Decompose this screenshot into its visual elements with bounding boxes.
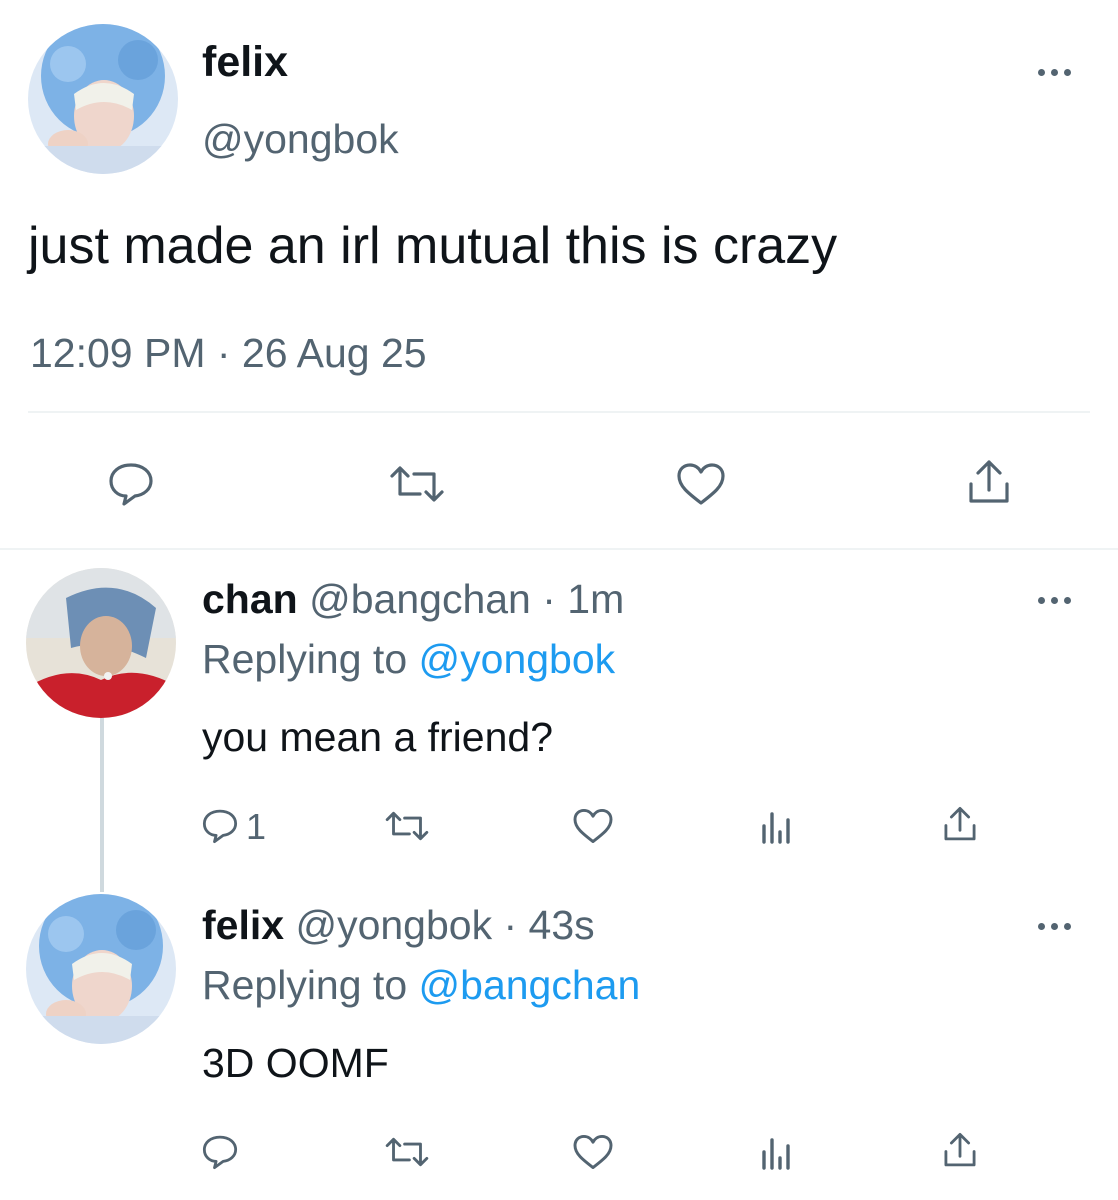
divider bbox=[28, 411, 1090, 413]
reply-count: 1 bbox=[246, 806, 267, 847]
tweet-text: just made an irl mutual this is crazy bbox=[28, 217, 838, 275]
reply-icon[interactable] bbox=[108, 462, 154, 506]
replying-to-label: Replying to bbox=[202, 636, 408, 682]
replying-to-line: Replying to @bangchan bbox=[202, 962, 640, 1009]
reply-time[interactable]: · 1m bbox=[542, 576, 624, 622]
divider bbox=[0, 548, 1118, 550]
retweet-icon[interactable] bbox=[384, 810, 430, 842]
avatar-felix[interactable] bbox=[26, 894, 176, 1044]
like-icon[interactable] bbox=[572, 1134, 614, 1170]
replying-to-handle-link[interactable]: @yongbok bbox=[419, 636, 616, 682]
more-options-icon[interactable] bbox=[1030, 588, 1078, 612]
like-icon[interactable] bbox=[676, 462, 726, 506]
share-icon[interactable] bbox=[966, 458, 1012, 506]
author-display-name[interactable]: felix bbox=[202, 38, 288, 87]
avatar-felix[interactable] bbox=[28, 24, 178, 174]
reply-header: felix @yongbok · 43s bbox=[202, 902, 595, 949]
reply-icon[interactable] bbox=[202, 808, 238, 844]
views-icon[interactable] bbox=[758, 1134, 794, 1170]
share-icon[interactable] bbox=[942, 804, 978, 844]
reply-text: you mean a friend? bbox=[202, 714, 554, 760]
reply-time[interactable]: · 43s bbox=[504, 902, 595, 948]
more-options-icon[interactable] bbox=[1030, 914, 1078, 938]
reply-header: chan @bangchan · 1m bbox=[202, 576, 624, 623]
tweet-timestamp[interactable]: 12:09 PM · 26 Aug 25 bbox=[30, 330, 427, 377]
avatar-chan[interactable] bbox=[26, 568, 176, 718]
more-options-icon[interactable] bbox=[1030, 60, 1078, 84]
replying-to-label: Replying to bbox=[202, 962, 408, 1008]
reply-text: 3D OOMF bbox=[202, 1040, 389, 1086]
author-handle[interactable]: @yongbok bbox=[202, 116, 399, 163]
views-icon[interactable] bbox=[758, 808, 794, 844]
retweet-icon[interactable] bbox=[388, 464, 446, 504]
reply-icon[interactable] bbox=[202, 1134, 238, 1170]
reply-display-name[interactable]: felix bbox=[202, 902, 284, 948]
share-icon[interactable] bbox=[942, 1130, 978, 1170]
replying-to-handle-link[interactable]: @bangchan bbox=[419, 962, 641, 1008]
like-icon[interactable] bbox=[572, 808, 614, 844]
retweet-icon[interactable] bbox=[384, 1136, 430, 1168]
replying-to-line: Replying to @yongbok bbox=[202, 636, 615, 683]
reply-handle[interactable]: @yongbok bbox=[295, 902, 492, 948]
reply-handle[interactable]: @bangchan bbox=[309, 576, 531, 622]
thread-line bbox=[100, 714, 104, 892]
reply-display-name[interactable]: chan bbox=[202, 576, 298, 622]
